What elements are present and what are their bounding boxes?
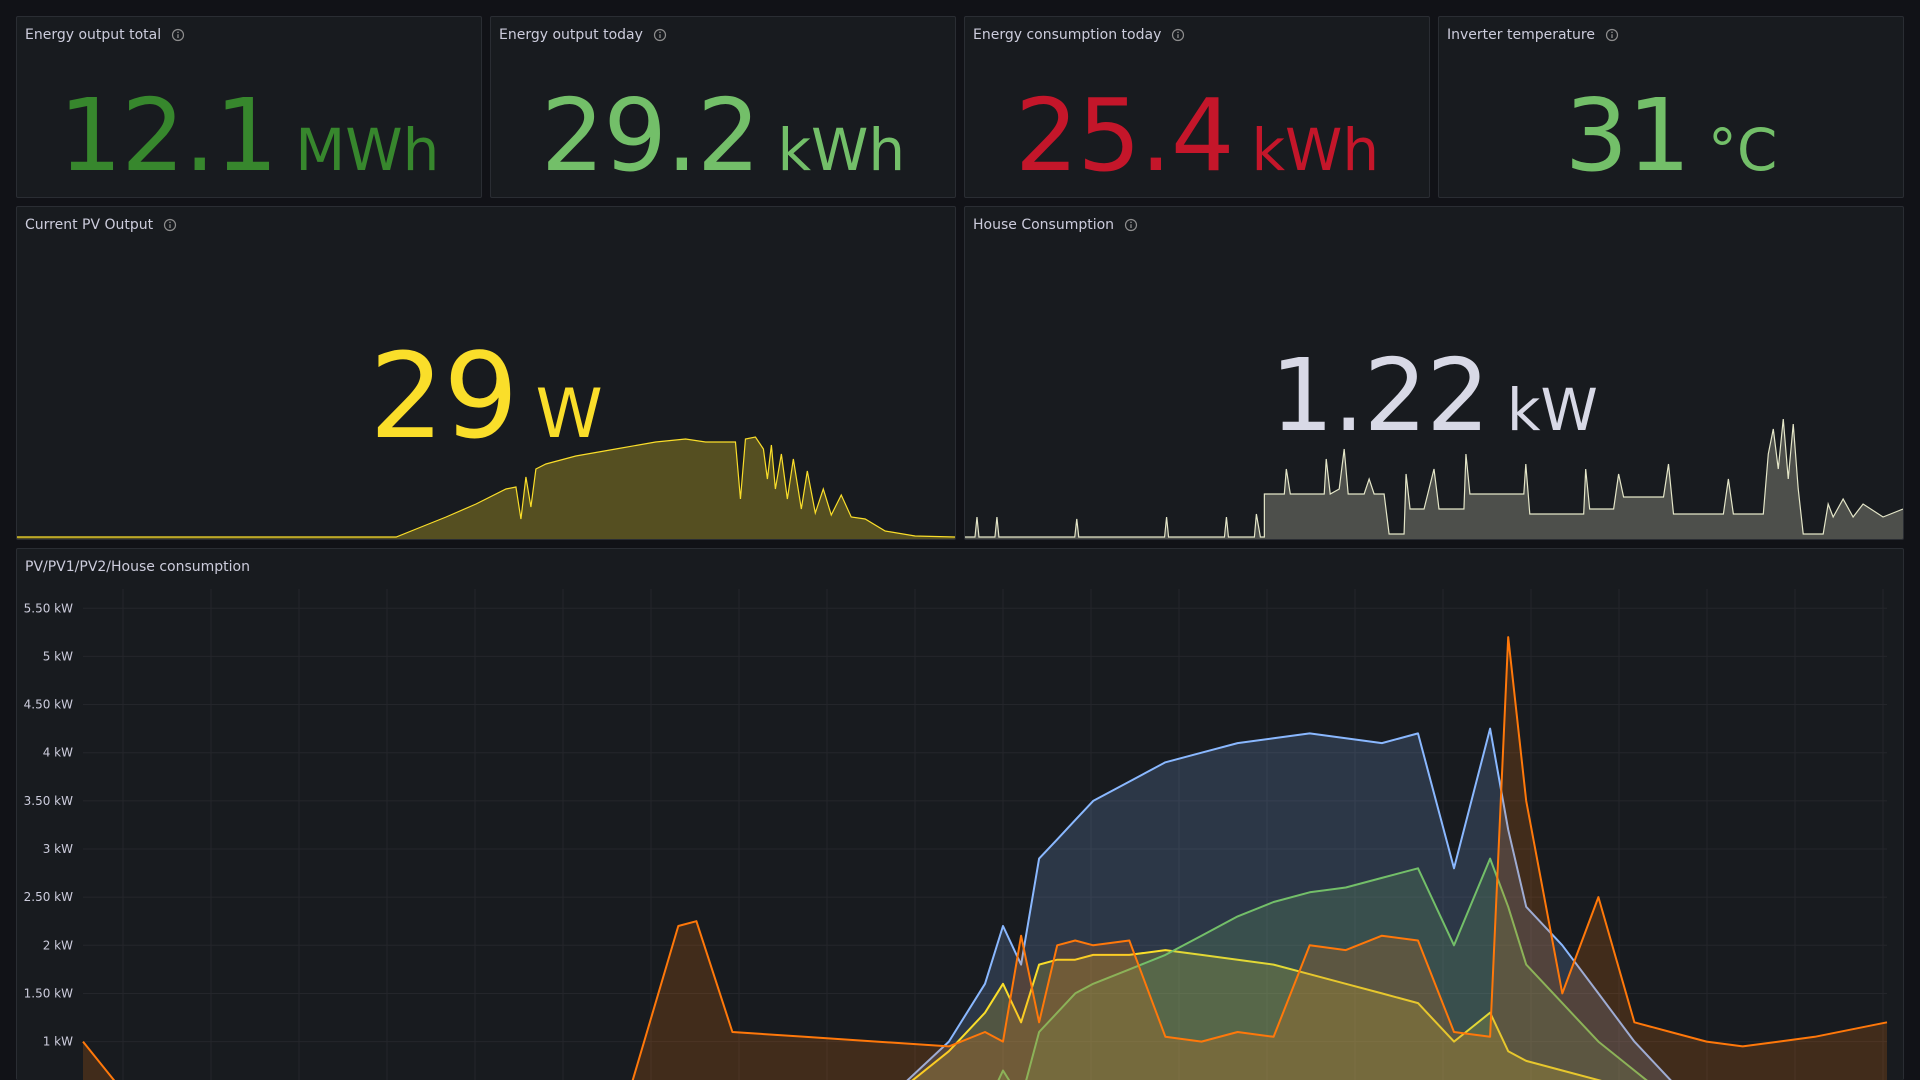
stat-unit: W <box>535 375 603 454</box>
stat-value: 25.4 kWh <box>965 77 1429 194</box>
info-circle-icon[interactable] <box>1605 28 1619 42</box>
stat-panel-energy-consumption-today[interactable]: Energy consumption today 25.4 kWh <box>964 16 1430 198</box>
panel-header: PV/PV1/PV2/House consumption <box>25 557 250 577</box>
info-circle-icon[interactable] <box>171 28 185 42</box>
y-tick-label: 4.50 kW <box>24 698 73 712</box>
stat-number: 1.22 <box>1270 337 1490 454</box>
stat-panel-inverter-temperature[interactable]: Inverter temperature 31 °C <box>1438 16 1904 198</box>
panel-title: Energy output total <box>25 27 162 43</box>
panel-title: Energy consumption today <box>973 27 1162 43</box>
stat-unit: MWh <box>295 116 440 184</box>
y-tick-label: 2 kW <box>43 938 73 952</box>
stat-unit: kWh <box>777 116 906 184</box>
panel-header: House Consumption <box>973 215 1138 235</box>
timeseries-chart[interactable]: 500 W1 kW1.50 kW2 kW2.50 kW3 kW3.50 kW4 … <box>17 549 1904 1080</box>
info-circle-icon[interactable] <box>1124 218 1138 232</box>
stat-panel-current-pv-output[interactable]: Current PV Output 29 W <box>16 206 956 540</box>
y-tick-label: 5 kW <box>43 649 73 663</box>
stat-panel-house-consumption[interactable]: House Consumption 1.22 kW <box>964 206 1904 540</box>
y-tick-label: 5.50 kW <box>24 601 73 615</box>
stat-value: 12.1 MWh <box>17 77 481 194</box>
stat-panel-energy-output-today[interactable]: Energy output today 29.2 kWh <box>490 16 956 198</box>
stat-value: 29.2 kWh <box>491 77 955 194</box>
panel-title: Inverter temperature <box>1447 27 1595 43</box>
info-circle-icon[interactable] <box>653 28 667 42</box>
stat-unit: °C <box>1707 116 1778 184</box>
stat-number: 29.2 <box>540 77 761 194</box>
y-tick-label: 4 kW <box>43 746 73 760</box>
chart-title: PV/PV1/PV2/House consumption <box>25 559 250 575</box>
y-tick-label: 3.50 kW <box>24 794 73 808</box>
info-circle-icon[interactable] <box>163 218 177 232</box>
panel-header: Energy output today <box>499 25 667 45</box>
info-circle-icon[interactable] <box>1171 28 1185 42</box>
panel-title: Energy output today <box>499 27 643 43</box>
stat-unit: kW <box>1506 376 1598 444</box>
stat-value: 1.22 kW <box>965 337 1903 454</box>
stat-number: 12.1 <box>58 77 279 194</box>
y-tick-label: 2.50 kW <box>24 890 73 904</box>
stat-value: 31 °C <box>1439 77 1903 194</box>
stat-number: 31 <box>1564 77 1691 194</box>
panel-header: Inverter temperature <box>1447 25 1619 45</box>
y-tick-label: 1.50 kW <box>24 986 73 1000</box>
panel-header: Energy consumption today <box>973 25 1185 45</box>
panel-header: Energy output total <box>25 25 185 45</box>
timeseries-panel[interactable]: PV/PV1/PV2/House consumption 500 W1 kW1.… <box>16 548 1904 1080</box>
y-tick-label: 3 kW <box>43 842 73 856</box>
stat-number: 25.4 <box>1014 77 1235 194</box>
stat-value: 29 W <box>17 327 955 465</box>
panel-title: Current PV Output <box>25 217 154 233</box>
stat-unit: kWh <box>1251 116 1380 184</box>
y-tick-label: 1 kW <box>43 1035 73 1049</box>
stat-number: 29 <box>369 327 518 465</box>
panel-title: House Consumption <box>973 217 1115 233</box>
stat-panel-energy-output-total[interactable]: Energy output total 12.1 MWh <box>16 16 482 198</box>
panel-header: Current PV Output <box>25 215 177 235</box>
